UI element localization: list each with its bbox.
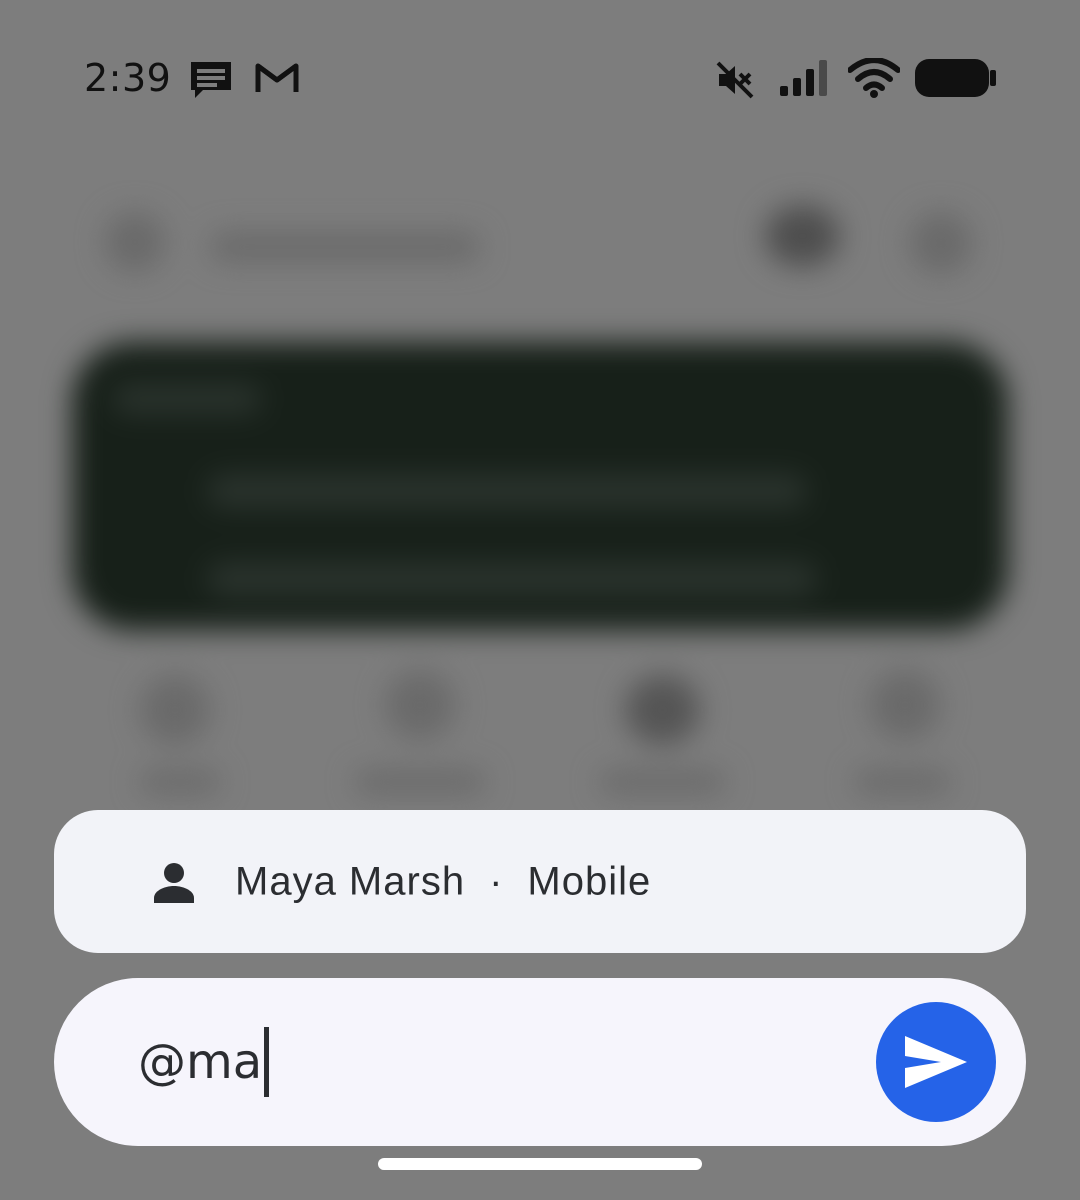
send-icon	[905, 1036, 967, 1088]
wifi-icon	[848, 58, 900, 98]
blurred-menu	[910, 212, 972, 274]
status-bar: 2:39	[0, 0, 1080, 150]
mute-icon	[716, 61, 754, 99]
contact-suggestion[interactable]: Maya Marsh · Mobile	[54, 810, 1026, 953]
blurred-action	[765, 205, 840, 267]
blurred-tool-1	[140, 675, 210, 745]
blurred-tool-3	[625, 675, 700, 745]
gmail-icon	[255, 63, 299, 92]
gesture-handle[interactable]	[378, 1158, 702, 1170]
blurred-tool-4	[870, 670, 940, 740]
contact-number-type: Mobile	[527, 859, 652, 903]
person-icon	[154, 863, 194, 903]
status-time: 2:39	[84, 56, 172, 100]
blurred-avatar	[105, 212, 165, 272]
send-button[interactable]	[876, 1002, 996, 1122]
cellular-signal-icon	[780, 60, 827, 96]
blurred-card	[72, 342, 1008, 630]
text-cursor	[264, 1027, 270, 1097]
chat-message-icon	[191, 62, 231, 98]
battery-icon	[915, 59, 996, 97]
message-input[interactable]: @ma	[138, 1027, 270, 1097]
suggestion-text: Maya Marsh · Mobile	[235, 859, 651, 904]
blurred-tool-2	[385, 670, 455, 740]
separator: ·	[489, 859, 504, 903]
message-input-text: @ma	[138, 1034, 263, 1090]
compose-bar: @ma	[54, 978, 1026, 1146]
blurred-title	[210, 232, 480, 262]
contact-name: Maya Marsh	[235, 859, 466, 903]
